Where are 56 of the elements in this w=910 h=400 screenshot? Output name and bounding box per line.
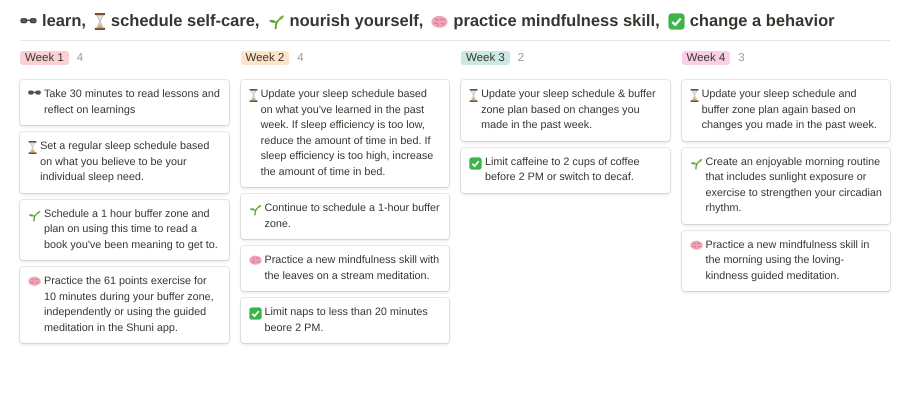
card-text: Practice the 61 points exercise for 10 minutes during your buffer zone, independently or using the guided meditation in the Shuni app. bbox=[44, 274, 215, 336]
check-icon bbox=[248, 307, 262, 320]
task-card[interactable] bbox=[240, 80, 449, 187]
hourglass-icon bbox=[469, 89, 478, 102]
week-tag: Week 2 bbox=[240, 51, 290, 65]
hourglass-icon bbox=[690, 89, 699, 102]
task-card[interactable]: Practice a new mindfulness skill in the morning using the loving-kindness guided meditation. bbox=[682, 230, 890, 291]
task-card[interactable]: Schedule a 1 hour buffer zone and plan on using this time to read a book you've been meaning to get to. bbox=[20, 200, 228, 260]
card-text: Practice a new mindfulness skill with the leaves on a stream meditation. bbox=[264, 253, 440, 284]
brain-icon bbox=[28, 276, 41, 286]
card-text: Set a regular sleep schedule based on what you believe to be your individual sleep need. bbox=[40, 139, 210, 185]
card-text: Update your sleep schedule & buffer zone plan based on changes you made in the past week. bbox=[481, 87, 657, 133]
hourglass-icon bbox=[28, 141, 38, 154]
brain-icon bbox=[431, 14, 448, 28]
card-count: 4 bbox=[297, 52, 304, 64]
card-count: 4 bbox=[76, 52, 84, 64]
sprout-icon bbox=[268, 13, 284, 30]
heading-text: practice mindfulness skill, bbox=[453, 12, 660, 31]
sprout-icon bbox=[248, 203, 262, 216]
task-card[interactable]: Practice a new mindfulness skill with the leaves on a stream meditation. bbox=[240, 246, 449, 291]
card-count: 3 bbox=[738, 52, 745, 64]
task-card[interactable]: Update your sleep schedule & buffer zone plan based on changes you made in the past week. bbox=[461, 80, 670, 140]
card-text: Take 30 minutes to read lessons and reflect on learnings bbox=[44, 87, 220, 118]
heading-text: learn, bbox=[42, 12, 86, 31]
card-text: Create an enjoyable morning routine that includes sunlight exposure or exercise to strengthen your circadian rhythm. bbox=[706, 154, 882, 216]
card-text: Limit naps to less than 20 minutes beore 2 PM. bbox=[264, 305, 429, 336]
card-text: Limit caffeine to 2 cups of coffee before 2 PM or switch to decaf. bbox=[485, 154, 640, 185]
brain-icon bbox=[248, 255, 262, 266]
brain-icon bbox=[690, 240, 702, 250]
sprout-icon bbox=[690, 156, 702, 170]
card-text: Continue to schedule a 1-hour buffer zone. bbox=[264, 201, 441, 232]
week-tag: Week 1 bbox=[20, 51, 69, 65]
sprout-icon bbox=[28, 208, 41, 222]
task-card[interactable]: Update your sleep schedule and buffer zone plan again based on changes you made in the past week. bbox=[682, 80, 890, 140]
glasses-icon bbox=[28, 89, 41, 97]
hourglass-icon bbox=[94, 13, 106, 30]
task-card[interactable]: Continue to schedule a 1-hour buffer zone. bbox=[240, 194, 449, 239]
check-icon bbox=[469, 156, 482, 170]
card-text: Practice a new mindfulness skill in the morning using the loving-kindness guided meditation. bbox=[706, 238, 870, 284]
card-text: Update your sleep schedule and buffer zone plan again based on changes you made in the past week. bbox=[702, 87, 878, 133]
hourglass-icon bbox=[248, 89, 258, 102]
card-text: Update your sleep schedule based on what you've learned in the past week. If sleep efficiency is too low, reduce the amount of time in bed. If sleep efficiency is too high, increase the amount of time in bed. bbox=[260, 87, 434, 180]
week-tag: Week 3 bbox=[461, 51, 510, 65]
task-card[interactable]: Practice the 61 points exercise for 10 minutes during your buffer zone, independently or using the guided meditation in the Shuni app. bbox=[20, 267, 228, 343]
card-text: Schedule a 1 hour buffer zone and plan on using this time to read a book you've been meaning to get to. bbox=[44, 206, 219, 252]
task-card[interactable]: Limit caffeine to 2 cups of coffee before 2 PM or switch to decaf. bbox=[461, 148, 670, 192]
task-card[interactable]: Create an enjoyable morning routine that includes sunlight exposure or exercise to strengthen your circadian rhythm. bbox=[682, 148, 890, 224]
task-card[interactable]: Take 30 minutes to read lessons and reflect on learnings bbox=[20, 80, 228, 125]
heading-text: change a behavior bbox=[690, 12, 835, 31]
week-tag: Week 4 bbox=[682, 51, 730, 65]
task-card[interactable]: Set a regular sleep schedule based on what you believe to be your individual sleep need. bbox=[20, 132, 228, 192]
heading-text: nourish yourself, bbox=[290, 12, 424, 31]
heading-text: schedule self-care, bbox=[110, 12, 260, 31]
task-card[interactable]: Limit naps to less than 20 minutes beore 2 PM. bbox=[240, 298, 449, 343]
check-icon bbox=[668, 13, 685, 30]
card-count: 2 bbox=[518, 52, 524, 64]
